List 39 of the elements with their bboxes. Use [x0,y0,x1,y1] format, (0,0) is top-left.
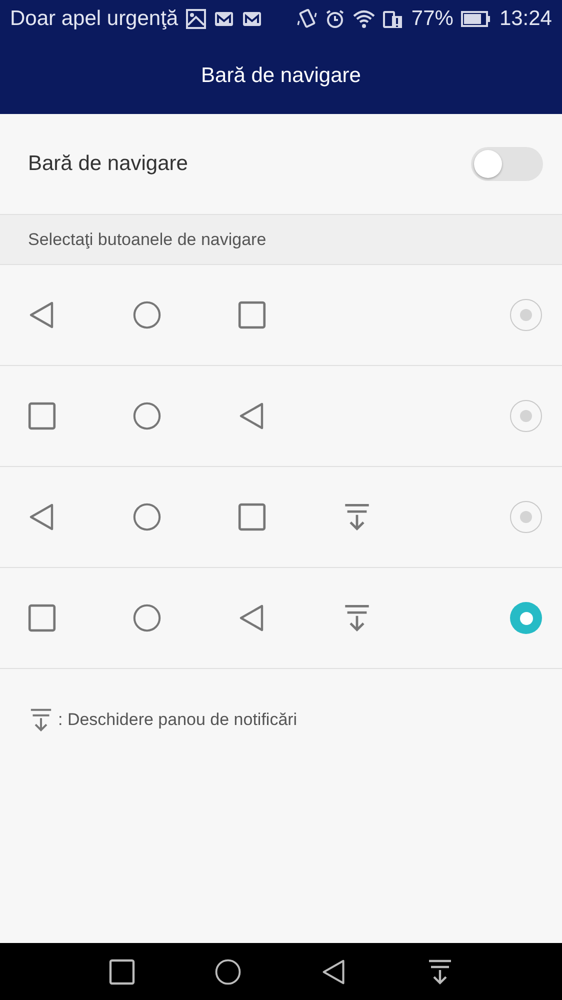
recent-apps-icon [238,301,266,329]
status-notice: Doar apel urgenţă [10,7,178,31]
radio-button[interactable] [510,602,542,634]
sim-card-icon [383,9,404,29]
radio-button[interactable] [510,299,542,331]
image-icon [186,9,206,29]
recent-apps-icon [238,503,266,531]
recent-apps-icon [28,402,56,430]
home-icon[interactable] [215,958,241,984]
notification-panel-icon [30,707,52,733]
back-icon [238,402,266,430]
mail-icon [214,9,234,29]
back-icon [28,301,56,329]
setting-label: Bară de navigare [28,152,189,176]
notification-panel-icon [343,503,371,531]
radio-button[interactable] [510,501,542,533]
notification-panel-icon [343,604,371,632]
home-icon [133,503,161,531]
wifi-icon [353,9,376,29]
back-icon[interactable] [321,958,347,984]
recent-apps-icon[interactable] [109,958,135,984]
notification-panel-icon[interactable] [427,958,453,984]
home-icon [133,402,161,430]
screen-title: Bară de navigare [201,64,361,88]
recent-apps-icon [28,604,56,632]
battery-icon [461,9,492,29]
section-header: Selectaţi butoanele de navigare [28,230,266,250]
legend-text: : Deschidere panou de notificări [58,710,298,730]
battery-percent: 77% [411,7,454,31]
alarm-icon [325,9,346,29]
clock: 13:24 [499,7,552,31]
radio-button[interactable] [510,400,542,432]
vibrate-icon [297,9,318,29]
home-icon [133,301,161,329]
back-icon [238,604,266,632]
toggle-switch[interactable] [471,147,543,181]
back-icon [28,503,56,531]
mail-icon [242,9,262,29]
home-icon [133,604,161,632]
